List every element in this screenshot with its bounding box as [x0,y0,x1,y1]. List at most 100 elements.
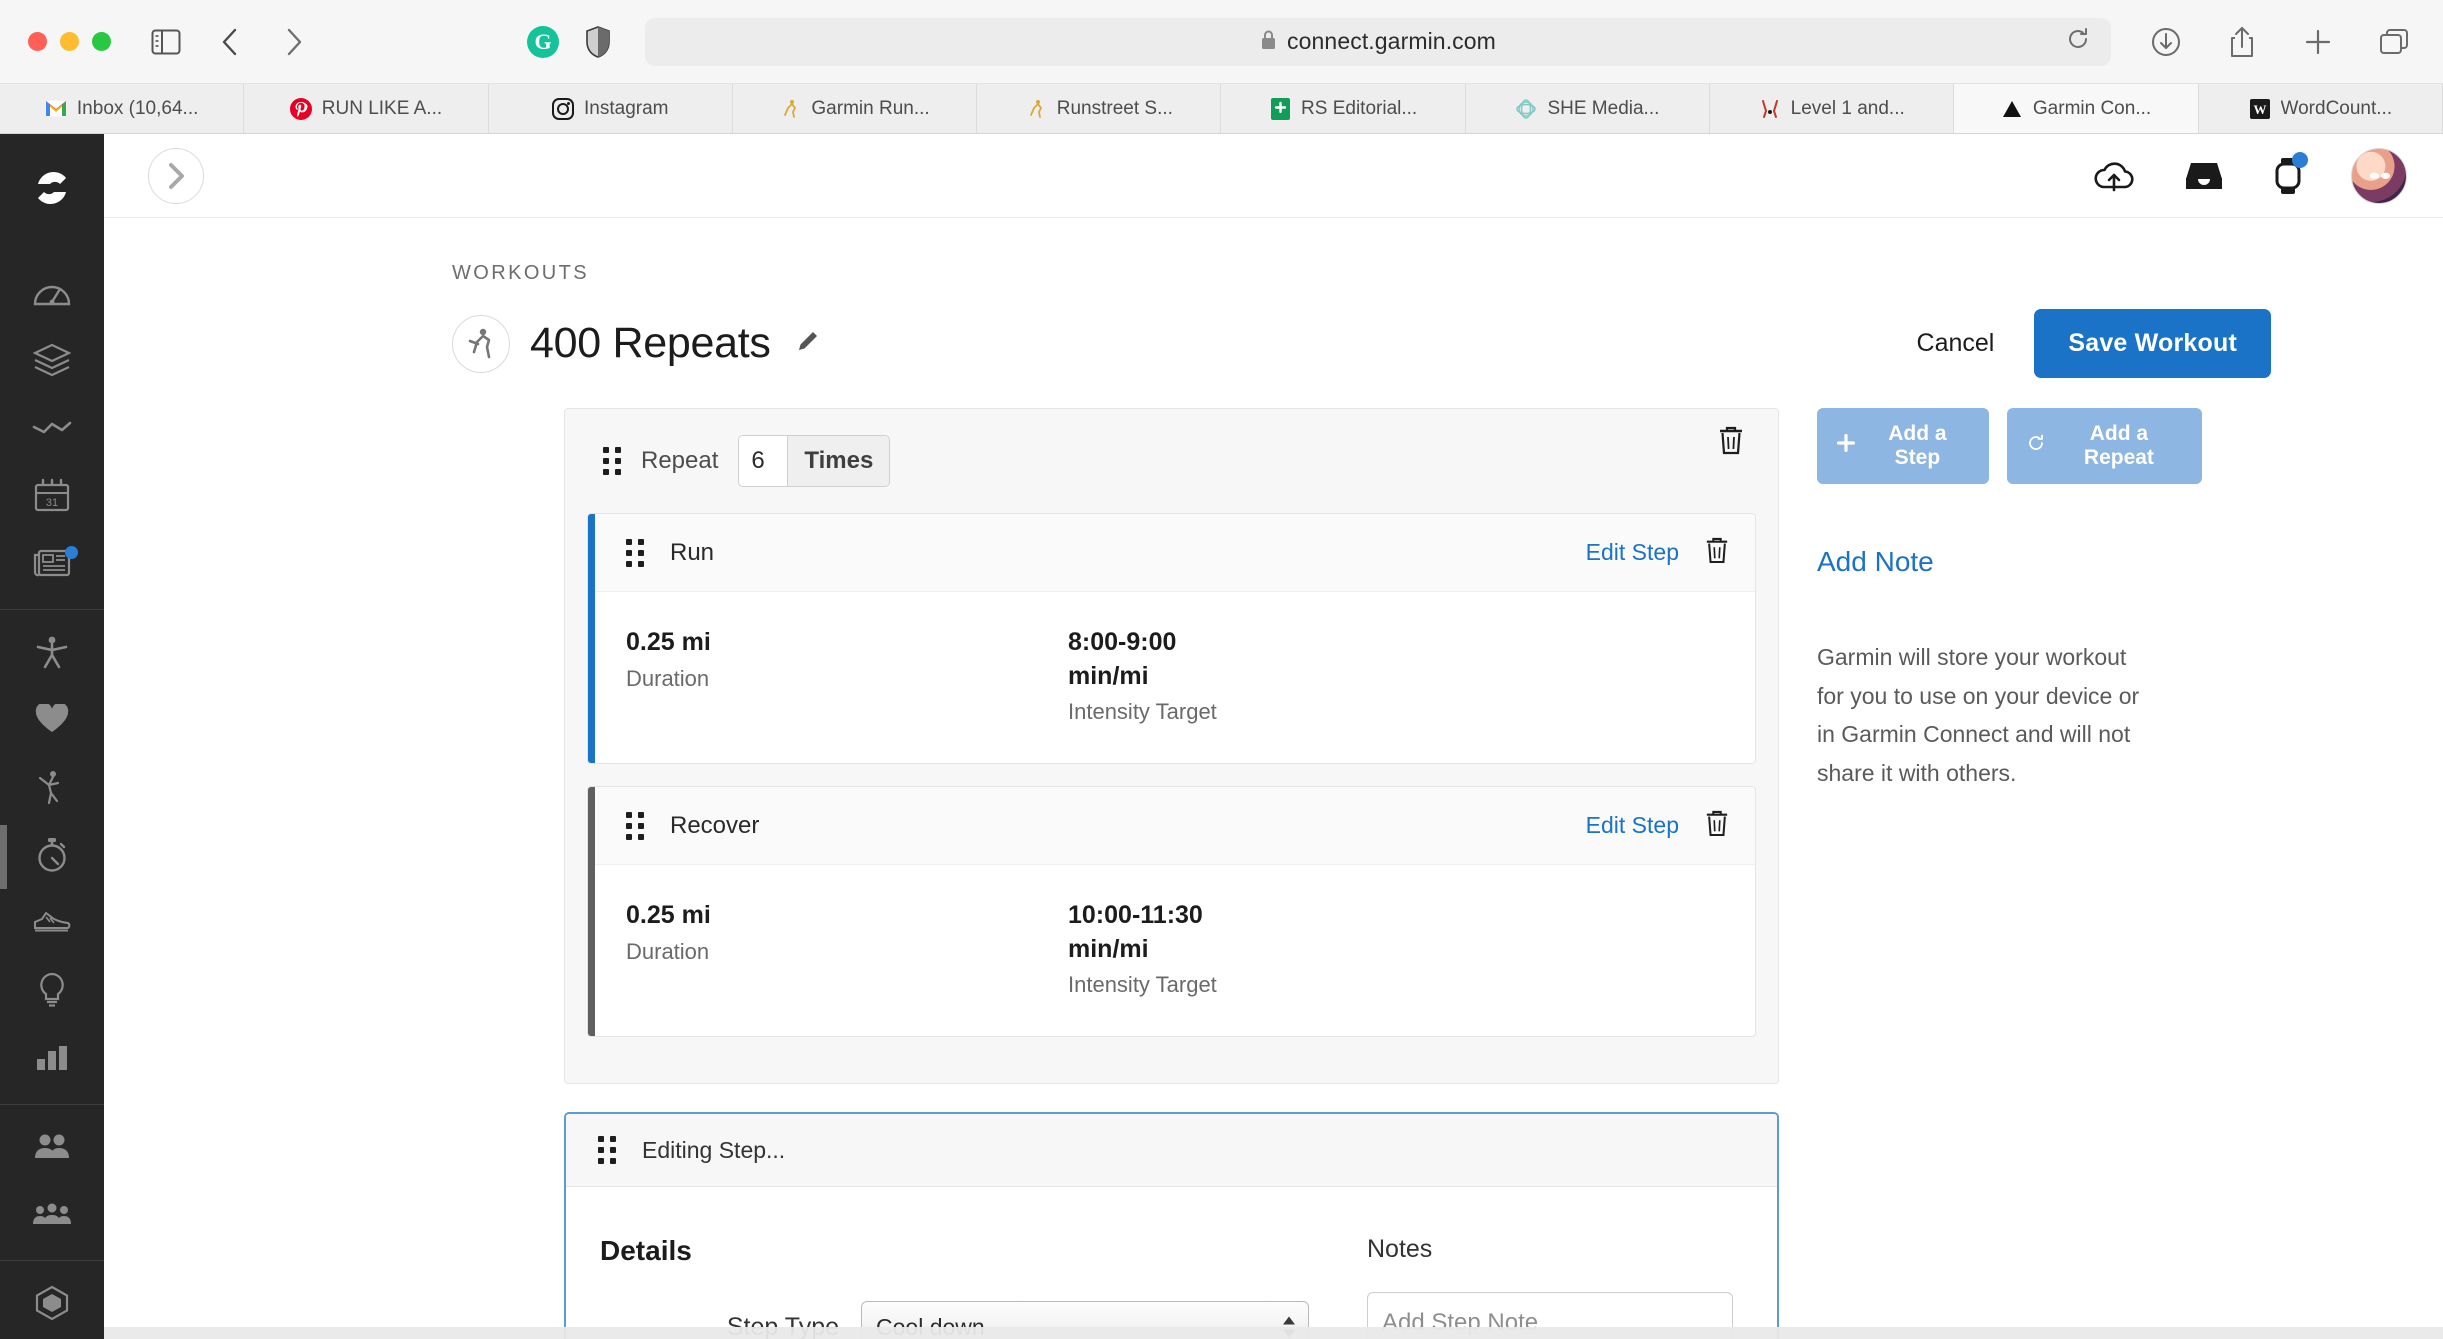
step-metric: 10:00-11:30 min/mi Intensity Target [1068,899,1510,998]
shield-extension-icon[interactable] [577,21,619,63]
sidebar-item-challenges[interactable] [0,620,104,688]
close-window-button[interactable] [28,32,47,51]
browser-tab[interactable]: SHE Media... [1465,84,1711,133]
editing-step-label: Editing Step... [642,1136,786,1163]
browser-tab[interactable]: Inbox (10,64... [0,84,245,133]
browser-tab[interactable]: RUN LIKE A... [244,84,489,133]
edit-step-link[interactable]: Edit Step [1586,539,1679,566]
instagram-icon [552,97,574,120]
step-metrics: 0.25 mi Duration 10:00-11:30 min/mi Inte… [588,865,1755,1036]
add-buttons: Add a Step Add a Repeat [1817,408,2202,484]
heart-icon [35,702,69,739]
step-card-run: Run Edit Step 0.25 mi Duration 8:00-9:00… [587,513,1756,764]
two-people-icon [33,1132,71,1165]
title-row: 400 Repeats Cancel Save Workout [104,309,2443,378]
running-shoe-icon [32,911,72,938]
browser-tab[interactable]: Garmin Run... [732,84,978,133]
sidebar-item-news-feed[interactable] [0,532,104,600]
sidebar-item-gear[interactable] [0,891,104,959]
add-repeat-label: Add a Repeat [2083,422,2154,469]
sidebar-item-devices[interactable] [0,1271,104,1339]
garmin-run-icon [779,98,801,120]
tab-label: Inbox (10,64... [76,97,199,119]
sidebar-item-reports[interactable] [0,1026,104,1094]
new-tab-icon[interactable] [2297,21,2339,63]
download-icon[interactable] [2145,21,2187,63]
inbox-tray-icon[interactable] [2183,159,2225,193]
hexagon-device-icon [34,1285,70,1326]
drag-grip-icon[interactable] [598,1136,616,1164]
avatar[interactable] [2351,147,2407,204]
trash-icon[interactable] [1705,536,1729,569]
add-step-button[interactable]: Add a Step [1817,408,1989,484]
browser-extensions: G [527,21,619,63]
calendar-31-icon: 31 [34,478,70,517]
repeat-header: Repeat Times [565,409,1778,513]
page-forward-button[interactable] [148,147,204,204]
repeat-circle-icon [2027,434,2045,458]
tab-label: WordCount... [2280,97,2393,119]
back-chevron-icon[interactable] [209,21,251,63]
she-media-icon [1515,98,1537,120]
tab-label: Instagram [584,97,669,119]
trash-icon[interactable] [1718,425,1744,460]
add-note-link[interactable]: Add Note [1817,546,2202,578]
browser-tab-active[interactable]: Garmin Con... [1954,84,2199,133]
cancel-button[interactable]: Cancel [1911,319,2001,368]
address-bar[interactable]: connect.garmin.com [645,17,2111,66]
app-sidebar: 31 [0,134,104,1339]
minimize-window-button[interactable] [60,32,79,51]
drag-grip-icon[interactable] [603,447,621,475]
page-bottom-strip [104,1327,2443,1339]
metric-label: Intensity Target [1068,699,1217,724]
maximize-window-button[interactable] [92,32,111,51]
sidebar-item-golf[interactable] [0,756,104,824]
browser-window: G connect.garmin.com Inbox (10,64... RUN… [0,0,2443,1339]
pencil-icon[interactable] [795,328,821,359]
word-icon: W [2249,98,2271,120]
sidebar-item-insights[interactable] [0,959,104,1027]
browser-tab[interactable]: Runstreet S... [977,84,1222,133]
sidebar-item-progress[interactable] [0,396,104,464]
step-metric: 0.25 mi Duration [626,899,1068,998]
tab-label: RUN LIKE A... [321,97,443,119]
tab-label: Runstreet S... [1056,97,1173,119]
edit-step-link[interactable]: Edit Step [1586,812,1679,839]
sidebar-item-activities[interactable] [0,329,104,397]
sidebar-toggle-icon[interactable] [145,21,187,63]
browser-tab[interactable]: Instagram [488,84,733,133]
watch-icon[interactable] [2273,151,2308,196]
sidebar-item-training[interactable] [0,823,104,891]
reload-icon[interactable] [2067,27,2089,56]
save-workout-button[interactable]: Save Workout [2034,309,2271,378]
editing-step-header: Editing Step... [566,1114,1777,1187]
tab-label: RS Editorial... [1301,97,1418,119]
grammarly-extension-icon[interactable]: G [527,25,559,58]
metric-label: Intensity Target [1068,972,1217,997]
repeat-times-input[interactable] [739,436,788,486]
share-icon[interactable] [2221,21,2263,63]
plus-icon [1836,433,1856,458]
add-repeat-button[interactable]: Add a Repeat [2006,408,2202,484]
sidebar-item-groups[interactable] [0,1183,104,1251]
forward-chevron-icon[interactable] [273,21,315,63]
sidebar-item-health[interactable] [0,688,104,756]
sidebar-item-calendar[interactable]: 31 [0,464,104,532]
editor-columns: Repeat Times [104,408,2443,1339]
drag-grip-icon[interactable] [626,538,644,567]
steps-column: Repeat Times [564,408,1779,1339]
browser-tab[interactable]: W WordCount... [2198,84,2443,133]
step-header: Run Edit Step [588,514,1755,592]
browser-tab[interactable]: Level 1 and... [1710,84,1955,133]
browser-tab[interactable]: RS Editorial... [1221,84,1466,133]
upload-cloud-icon[interactable] [2093,160,2135,192]
garmin-logo-icon[interactable] [30,166,74,215]
sidebar-item-dashboard[interactable] [0,261,104,329]
step-metrics: 0.25 mi Duration 8:00-9:00 min/mi Intens… [588,592,1755,763]
drag-grip-icon[interactable] [626,811,644,840]
sidebar-divider [0,1260,104,1262]
repeat-block: Repeat Times [564,408,1779,1084]
trash-icon[interactable] [1705,809,1729,842]
sidebar-item-connections[interactable] [0,1115,104,1183]
tab-overview-icon[interactable] [2373,21,2415,63]
